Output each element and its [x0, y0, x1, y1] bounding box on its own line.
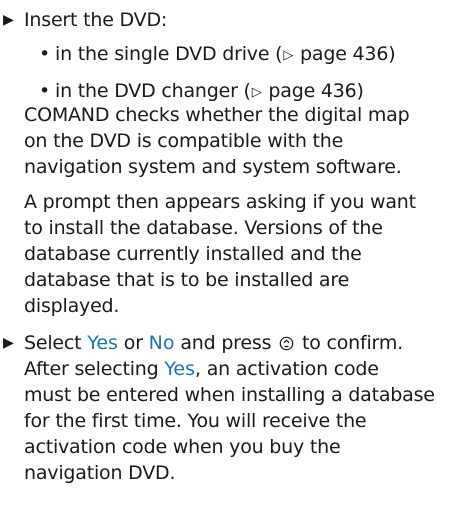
paragraph-line: After selecting Yes, an activation code: [24, 356, 379, 382]
controller-knob-icon: [279, 336, 294, 351]
paragraph-line: navigation DVD.: [24, 462, 176, 484]
page-reference-icon: ▷: [283, 48, 294, 63]
step-2-text: Select Yes or No and press to confirm.: [24, 330, 403, 356]
paragraph-line: navigation system and system software.: [24, 156, 402, 178]
page-reference: page 436): [262, 80, 364, 102]
text-segment: , an activation code: [195, 358, 379, 380]
text-segment: Select: [24, 332, 88, 354]
step-marker-icon: ▶: [3, 335, 14, 351]
bullet-single-dvd-drive: • in the single DVD drive (▷ page 436): [39, 41, 396, 69]
paragraph-line: A prompt then appears asking if you want: [24, 191, 416, 213]
paragraph-line: for the first time. You will receive the: [24, 410, 367, 432]
text-segment: to confirm.: [296, 332, 403, 354]
bullet-glyph: •: [39, 80, 51, 102]
paragraph-line: to install the database. Versions of the: [24, 217, 383, 239]
paragraph-line: activation code when you buy the: [24, 436, 341, 458]
text-segment: After selecting: [24, 358, 165, 380]
yes-option: Yes: [87, 332, 118, 354]
paragraph-line: COMAND checks whether the digital map: [24, 104, 410, 126]
paragraph-line: database currently installed and the: [24, 243, 362, 265]
text-segment: or: [117, 332, 149, 354]
yes-option: Yes: [164, 358, 196, 380]
paragraph-line: must be entered when installing a databa…: [24, 384, 435, 406]
no-option: No: [148, 332, 175, 354]
text-segment: and press: [174, 332, 278, 354]
instruction-page: ▶ Insert the DVD: • in the single DVD dri…: [0, 0, 462, 524]
page-reference: page 436): [294, 43, 396, 65]
paragraph-line: database that is to be installed are: [24, 269, 350, 291]
bullet-text: in the single DVD drive (: [55, 43, 283, 65]
paragraph-line: on the DVD is compatible with the: [24, 130, 344, 152]
bullet-text: in the DVD changer (: [55, 80, 251, 102]
bullet-glyph: •: [39, 43, 51, 65]
paragraph-line: displayed.: [24, 295, 120, 317]
step-marker-icon: ▶: [3, 12, 14, 28]
step-1-text: Insert the DVD:: [24, 9, 168, 31]
